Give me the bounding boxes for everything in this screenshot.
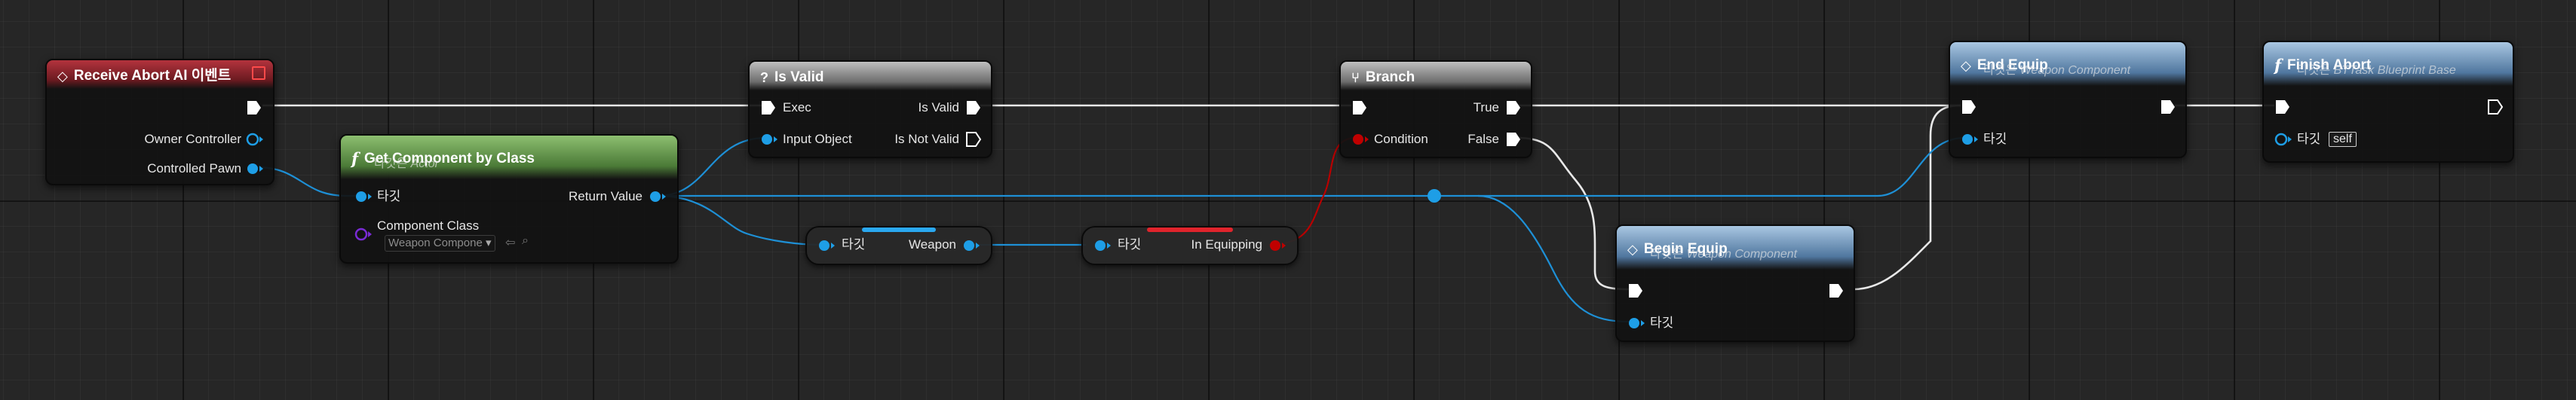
finish-abort-exec-in-pin[interactable] bbox=[2274, 99, 2291, 115]
return-value-label: Return Value bbox=[569, 189, 642, 203]
finish-abort-target-pin[interactable] bbox=[2274, 131, 2292, 148]
finish-abort-node[interactable]: f Finish Abort 타깃은 BTTask Blueprint Base… bbox=[2262, 41, 2514, 163]
component-class-label: Component Class bbox=[377, 218, 480, 233]
branch-title: Branch bbox=[1365, 69, 1415, 85]
end-equip-subtitle: 타깃은 Weapon Component bbox=[1983, 64, 2131, 77]
exec-label: Exec bbox=[783, 100, 811, 115]
function-f-icon: f bbox=[351, 149, 359, 168]
owner-controller-label: Owner Controller bbox=[144, 132, 242, 146]
end-equip-target-pin[interactable] bbox=[1961, 131, 1979, 148]
begin-equip-node[interactable]: ◇ Begin Equip 타깃은 Weapon Component 타깃 bbox=[1615, 224, 1855, 342]
is-not-valid-exec-out-pin[interactable] bbox=[965, 131, 982, 148]
in-equipping-target-label: 타깃 bbox=[1118, 237, 1142, 252]
browse-search-icon[interactable]: ⌕ bbox=[522, 234, 529, 248]
end-equip-exec-out-pin[interactable] bbox=[2160, 99, 2176, 115]
end-equip-header[interactable]: ◇ End Equip 타깃은 Weapon Component bbox=[1950, 42, 2185, 86]
component-class-value: Weapon Compone bbox=[388, 237, 483, 249]
controlled-pawn-label: Controlled Pawn bbox=[147, 161, 241, 176]
receive-abort-ai-node[interactable]: ◇ Receive Abort AI 이벤트 Owner Controller … bbox=[45, 59, 274, 185]
component-class-pin[interactable] bbox=[354, 226, 373, 243]
in-equipping-variable-getter[interactable]: 타깃 In Equipping bbox=[1081, 226, 1299, 265]
begin-equip-target-label: 타깃 bbox=[1650, 316, 1674, 330]
receive-abort-ai-header[interactable]: ◇ Receive Abort AI 이벤트 bbox=[47, 60, 273, 89]
self-value-chip[interactable]: self bbox=[2329, 132, 2357, 147]
begin-equip-target-pin[interactable] bbox=[1627, 315, 1645, 331]
weapon-getter-label: Weapon bbox=[908, 237, 956, 252]
diamond-event-icon: ◇ bbox=[1627, 242, 1638, 257]
getter-glow bbox=[862, 227, 936, 232]
end-equip-node[interactable]: ◇ End Equip 타깃은 Weapon Component 타깃 bbox=[1949, 41, 2187, 158]
get-component-target-label: 타깃 bbox=[377, 189, 401, 203]
weapon-getter-target-label: 타깃 bbox=[842, 237, 866, 252]
is-valid-title: Is Valid bbox=[774, 69, 824, 85]
owner-controller-pin[interactable] bbox=[246, 131, 264, 148]
controlled-pawn-pin[interactable] bbox=[246, 160, 264, 177]
begin-equip-header[interactable]: ◇ Begin Equip 타깃은 Weapon Component bbox=[1617, 226, 1854, 270]
function-f-icon: f bbox=[2274, 56, 2282, 75]
branch-header[interactable]: ⑂ Branch bbox=[1341, 62, 1531, 90]
wire-exec-beginequip-to-endequip[interactable] bbox=[1853, 104, 1961, 291]
receive-abort-ai-title: Receive Abort AI 이벤트 bbox=[73, 68, 232, 84]
is-valid-exec-out-pin[interactable] bbox=[965, 99, 982, 116]
is-valid-exec-in-pin[interactable] bbox=[760, 99, 777, 116]
weapon-getter-target-pin[interactable] bbox=[817, 237, 836, 254]
diamond-event-icon: ◇ bbox=[57, 69, 68, 84]
finish-abort-header[interactable]: f Finish Abort 타깃은 BTTask Blueprint Base bbox=[2264, 42, 2513, 86]
input-object-pin[interactable] bbox=[760, 131, 778, 148]
delegate-square-icon[interactable] bbox=[252, 66, 265, 80]
begin-equip-subtitle: 타깃은 Weapon Component bbox=[1650, 248, 1798, 261]
receive-abort-exec-out-pin[interactable] bbox=[246, 99, 262, 116]
begin-equip-exec-in-pin[interactable] bbox=[1627, 282, 1644, 299]
is-valid-header[interactable]: ? Is Valid bbox=[750, 62, 991, 90]
get-component-header[interactable]: f Get Component by Class 타깃은 Actor bbox=[341, 136, 677, 179]
component-class-dropdown[interactable]: Weapon Compone ▾ bbox=[385, 235, 495, 252]
get-component-subtitle: 타깃은 Actor bbox=[374, 157, 439, 170]
question-icon: ? bbox=[760, 70, 768, 85]
wire-return-to-weapon-target[interactable] bbox=[657, 194, 823, 246]
false-label: False bbox=[1467, 132, 1499, 146]
reroute-knot[interactable] bbox=[1428, 189, 1441, 203]
weapon-variable-getter[interactable]: 타깃 Weapon bbox=[805, 226, 992, 265]
weapon-getter-out-pin[interactable] bbox=[962, 237, 980, 254]
end-equip-target-label: 타깃 bbox=[1983, 132, 2007, 146]
is-valid-node[interactable]: ? Is Valid Exec Is Valid Input Object Is… bbox=[748, 60, 992, 158]
in-equipping-label: In Equipping bbox=[1191, 237, 1262, 252]
finish-abort-exec-out-pin[interactable] bbox=[2487, 99, 2504, 115]
wire-exec-false-to-beginequip[interactable] bbox=[1516, 136, 1630, 291]
is-not-valid-label: Is Not Valid bbox=[894, 132, 959, 146]
condition-pin[interactable] bbox=[1351, 131, 1369, 148]
branch-node[interactable]: ⑂ Branch True Condition False bbox=[1339, 60, 1532, 158]
branch-icon: ⑂ bbox=[1351, 70, 1360, 85]
in-equipping-target-pin[interactable] bbox=[1093, 237, 1112, 254]
getter-glow bbox=[1147, 227, 1233, 232]
true-exec-out-pin[interactable] bbox=[1505, 99, 1522, 116]
chevron-down-icon: ▾ bbox=[485, 237, 492, 249]
begin-equip-exec-out-pin[interactable] bbox=[1828, 282, 1845, 299]
return-value-pin[interactable] bbox=[649, 188, 667, 205]
true-label: True bbox=[1473, 100, 1499, 115]
get-component-by-class-node[interactable]: f Get Component by Class 타깃은 Actor 타깃 Re… bbox=[339, 134, 679, 264]
condition-label: Condition bbox=[1374, 132, 1428, 146]
branch-exec-in-pin[interactable] bbox=[1351, 99, 1368, 116]
input-object-label: Input Object bbox=[783, 132, 852, 146]
end-equip-exec-in-pin[interactable] bbox=[1961, 99, 1977, 115]
wire-return-to-beginequip-target[interactable] bbox=[1477, 194, 1630, 323]
in-equipping-out-pin[interactable] bbox=[1268, 237, 1286, 254]
finish-abort-target-label: 타깃 bbox=[2297, 132, 2321, 146]
diamond-event-icon: ◇ bbox=[1961, 58, 1971, 73]
use-selected-arrow-icon[interactable]: ⇦ bbox=[505, 235, 515, 250]
false-exec-out-pin[interactable] bbox=[1505, 131, 1522, 148]
finish-abort-subtitle: 타깃은 BTTask Blueprint Base bbox=[2297, 64, 2456, 77]
is-valid-out-label: Is Valid bbox=[918, 100, 960, 115]
get-component-target-pin[interactable] bbox=[354, 188, 373, 205]
